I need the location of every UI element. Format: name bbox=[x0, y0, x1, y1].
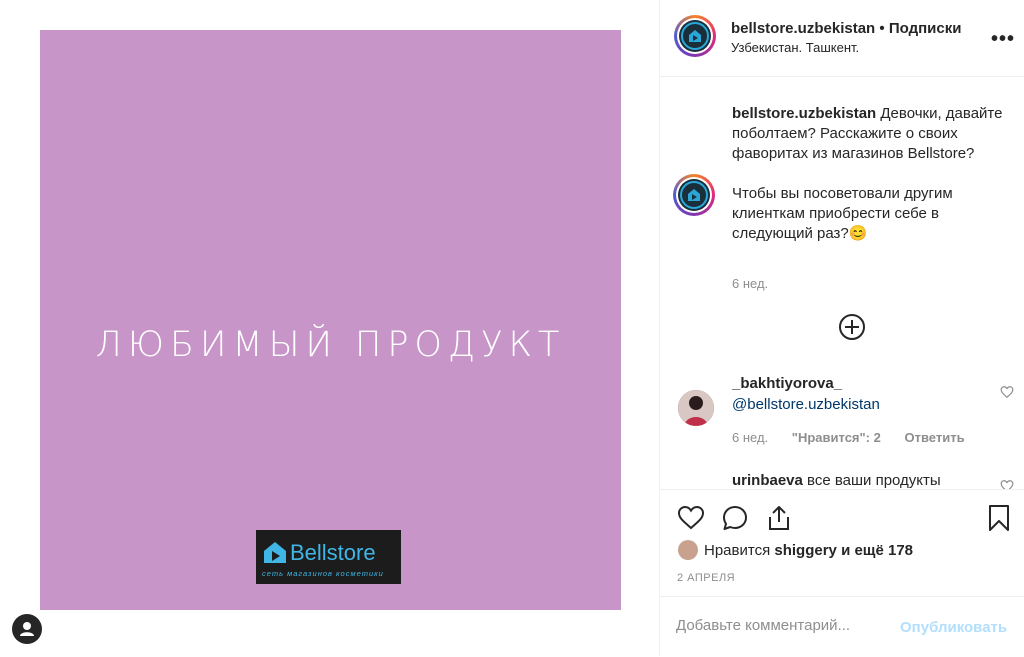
media-pane: ЛЮБИМЫЙ ПРОДУКТ Bellstore сеть магазинов… bbox=[0, 0, 659, 656]
heart-icon[interactable] bbox=[677, 504, 705, 532]
header-username[interactable]: bellstore.uzbekistan bbox=[731, 20, 875, 37]
caption-username[interactable]: bellstore.uzbekistan bbox=[732, 105, 876, 122]
likes-summary: Нравится shiggery и ещё 178 bbox=[704, 542, 913, 559]
caption: bellstore.uzbekistan Девочки, давайте по… bbox=[732, 104, 1007, 244]
post-date[interactable]: 2 АПРЕЛЯ bbox=[677, 572, 735, 584]
comment-mention-link[interactable]: @bellstore.uzbekistan bbox=[732, 396, 880, 413]
comment-timestamp[interactable]: 6 нед. bbox=[732, 430, 768, 445]
post-header: bellstore.uzbekistan • Подписки Узбекист… bbox=[660, 0, 1024, 77]
user-tags-button[interactable] bbox=[12, 614, 42, 644]
add-comment-bar: Опубликовать bbox=[660, 596, 1024, 657]
user-icon bbox=[20, 622, 34, 636]
likes-others[interactable]: и ещё 178 bbox=[841, 542, 913, 559]
post-actions: Нравится shiggery и ещё 178 2 АПРЕЛЯ bbox=[660, 489, 1024, 597]
bellstore-avatar-icon bbox=[680, 181, 708, 209]
post-image-title: ЛЮБИМЫЙ ПРОДУКТ bbox=[95, 325, 566, 365]
comment-heart-icon-2[interactable] bbox=[1000, 479, 1014, 489]
likes-prefix: Нравится bbox=[704, 542, 771, 559]
publish-button[interactable]: Опубликовать bbox=[900, 619, 1007, 636]
profile-avatar[interactable] bbox=[674, 15, 716, 57]
header-username-row: bellstore.uzbekistan • Подписки bbox=[731, 20, 961, 37]
comment-likes-count[interactable]: "Нравится": 2 bbox=[792, 430, 881, 445]
separator-dot: • bbox=[879, 20, 885, 37]
more-horizontal-icon[interactable]: ••• bbox=[991, 28, 1015, 51]
brand-name: Bellstore bbox=[290, 540, 376, 565]
reply-button[interactable]: Ответить bbox=[904, 430, 964, 445]
header-location[interactable]: Узбекистан. Ташкент. bbox=[731, 40, 859, 55]
bellstore-avatar-icon bbox=[681, 22, 709, 50]
person-photo-icon bbox=[678, 390, 714, 426]
share-icon[interactable] bbox=[765, 504, 793, 532]
brand-tagline: сеть магазинов косметики bbox=[262, 569, 384, 578]
comments-section[interactable]: bellstore.uzbekistan Девочки, давайте по… bbox=[660, 77, 1024, 489]
caption-avatar[interactable] bbox=[673, 174, 715, 216]
following-button[interactable]: Подписки bbox=[889, 20, 962, 37]
comment-username-2[interactable]: urinbaeva bbox=[732, 472, 803, 489]
comment-heart-icon[interactable] bbox=[1000, 385, 1014, 399]
caption-timestamp[interactable]: 6 нед. bbox=[732, 276, 768, 291]
comment-meta: 6 нед. "Нравится": 2 Ответить bbox=[732, 430, 985, 445]
comment-text-2: все ваши продукты bbox=[807, 472, 941, 489]
plus-circle-icon[interactable] bbox=[838, 313, 866, 341]
brand-logo: Bellstore сеть магазинов косметики bbox=[256, 530, 401, 584]
comment-icon[interactable] bbox=[721, 504, 749, 532]
post-details-panel: bellstore.uzbekistan • Подписки Узбекист… bbox=[659, 0, 1024, 656]
bookmark-icon[interactable] bbox=[985, 504, 1013, 532]
post-image[interactable]: ЛЮБИМЫЙ ПРОДУКТ Bellstore сеть магазинов… bbox=[40, 30, 621, 610]
liker-avatar[interactable] bbox=[678, 540, 698, 560]
comment-input[interactable] bbox=[676, 617, 886, 634]
bellstore-logo-icon bbox=[264, 542, 286, 563]
caption-text-2: Чтобы вы посоветовали другим клиенткам п… bbox=[732, 185, 953, 242]
liker-username[interactable]: shiggery bbox=[774, 542, 837, 559]
comment-username[interactable]: _bakhtiyorova_ bbox=[732, 375, 842, 392]
comment-partial: urinbaeva все ваши продукты bbox=[732, 472, 941, 489]
commenter-avatar[interactable] bbox=[678, 390, 714, 426]
